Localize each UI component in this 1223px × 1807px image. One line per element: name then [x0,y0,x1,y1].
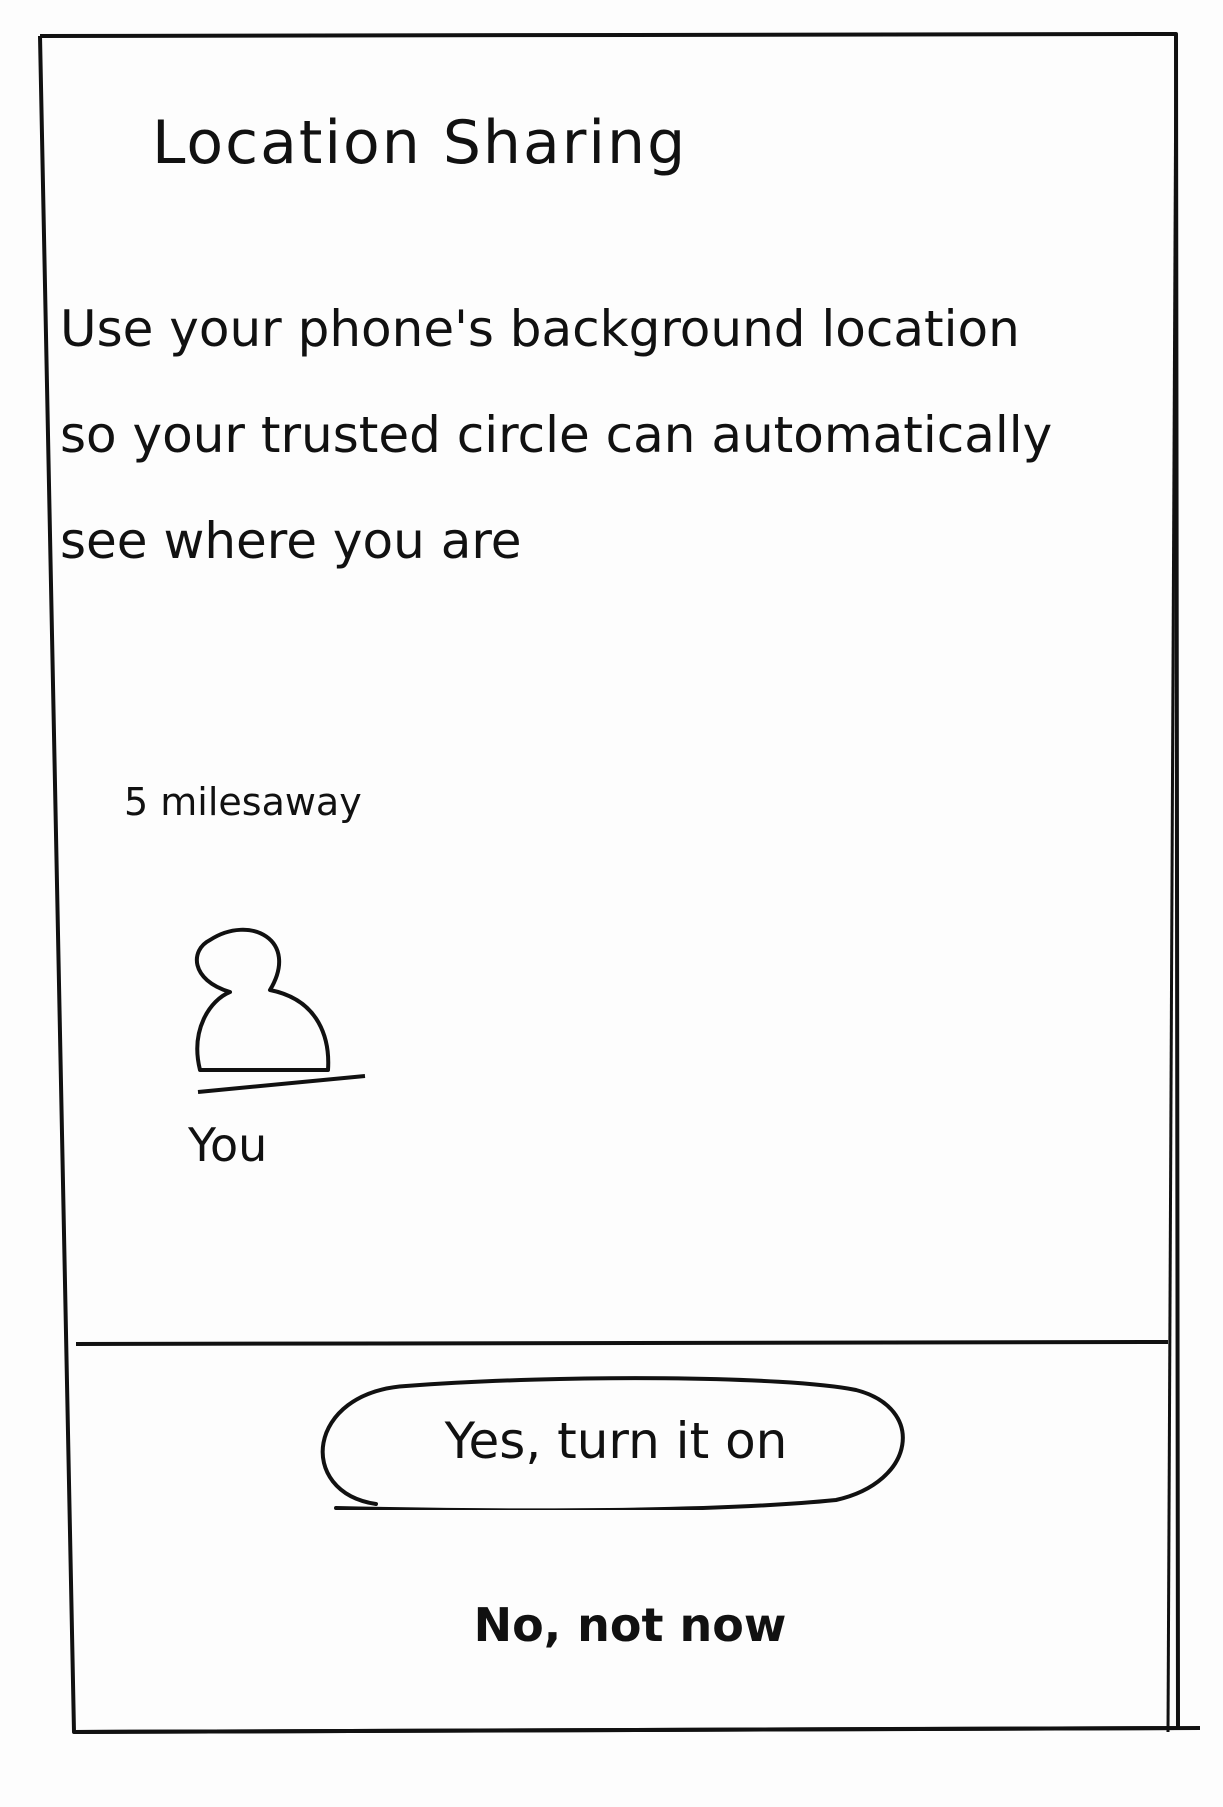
turn-on-button[interactable]: Yes, turn it on [316,1372,916,1510]
avatar [150,920,380,1120]
not-now-link[interactable]: No, not now [430,1598,830,1652]
distance-label: 5 milesaway [124,780,362,824]
person-icon [194,927,366,1094]
description-text: Use your phone's background location so … [60,300,1053,570]
avatar-label: You [188,1118,268,1172]
turn-on-button-label: Yes, turn it on [444,1412,788,1470]
page-title: Location Sharing [152,108,688,178]
